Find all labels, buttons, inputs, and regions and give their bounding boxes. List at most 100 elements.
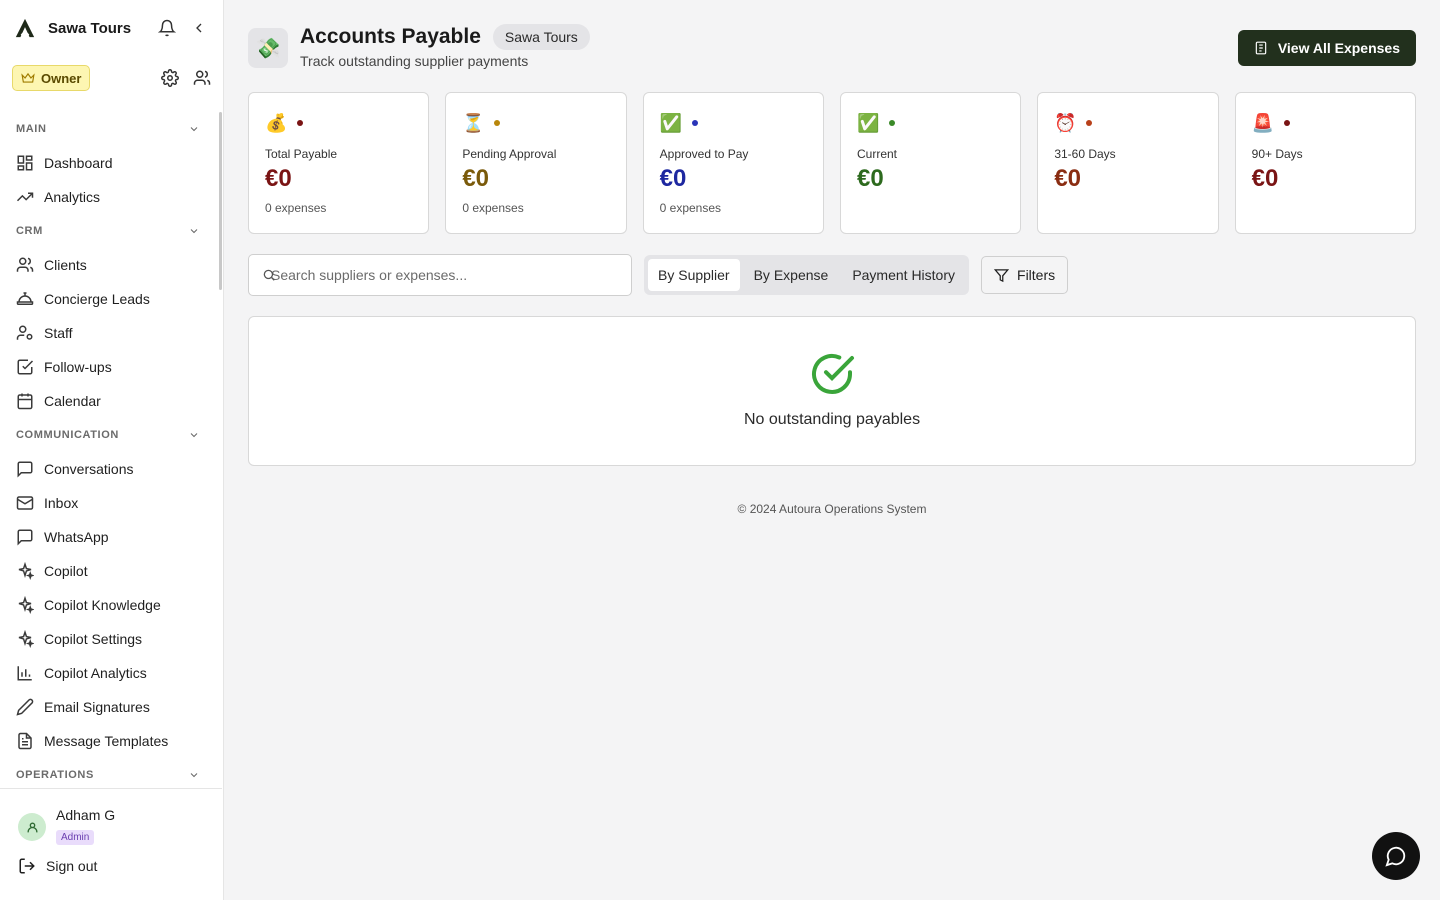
calendar-icon bbox=[17, 393, 33, 410]
sidebar-item-email-signatures[interactable]: Email Signatures bbox=[0, 690, 222, 724]
search-icon bbox=[263, 269, 275, 281]
card-value: €0 bbox=[856, 165, 884, 192]
sidebar-item-clients[interactable]: Clients bbox=[0, 248, 222, 282]
sidebar-item-copilot[interactable]: Copilot bbox=[0, 554, 222, 588]
message-square-icon bbox=[17, 461, 33, 478]
summary-cards: 💰 Total Payable €0 0 expenses ⏳ Pending … bbox=[248, 92, 1416, 234]
sidebar-item-label: Copilot bbox=[44, 563, 88, 579]
tab-by-expense[interactable]: By Expense bbox=[744, 259, 839, 291]
card-current[interactable]: ✅ Current €0 bbox=[839, 92, 1022, 234]
page-title: Accounts Payable bbox=[300, 25, 481, 48]
check-mark-icon: ✅ bbox=[659, 112, 683, 133]
section-main[interactable]: MAIN bbox=[0, 112, 222, 146]
card-90-plus-days[interactable]: 🚨 90+ Days €0 bbox=[1234, 92, 1416, 234]
filter-icon bbox=[994, 268, 1010, 282]
brand-name: Sawa Tours bbox=[48, 19, 132, 37]
section-main-title: MAIN bbox=[16, 123, 47, 135]
section-crm[interactable]: CRM bbox=[0, 214, 222, 248]
trending-up-icon bbox=[16, 192, 34, 202]
main-content: 💸 Accounts Payable Sawa Tours Track outs… bbox=[224, 0, 1440, 900]
sidebar-item-calendar[interactable]: Calendar bbox=[0, 384, 222, 418]
sign-out-label: Sign out bbox=[46, 858, 98, 874]
team-icon[interactable] bbox=[193, 69, 211, 87]
mail-icon bbox=[16, 496, 34, 510]
card-count: 0 expenses bbox=[462, 201, 524, 215]
receipt-icon bbox=[1255, 41, 1267, 55]
sidebar-item-label: Email Signatures bbox=[44, 699, 150, 715]
sparkles-icon bbox=[18, 630, 34, 648]
pen-icon bbox=[16, 698, 34, 716]
sidebar-item-label: Calendar bbox=[44, 393, 101, 409]
sidebar-item-copilot-analytics[interactable]: Copilot Analytics bbox=[0, 656, 222, 690]
search-input[interactable] bbox=[261, 267, 619, 283]
card-label: 31-60 Days bbox=[1054, 147, 1116, 161]
card-value: €0 bbox=[265, 165, 292, 192]
card-label: Pending Approval bbox=[462, 147, 557, 161]
sidebar-role-row: Owner bbox=[0, 56, 223, 100]
tab-by-supplier[interactable]: By Supplier bbox=[648, 259, 740, 291]
sidebar-item-message-templates[interactable]: Message Templates bbox=[0, 724, 222, 758]
sidebar-footer: Adham G Admin Sign out bbox=[0, 788, 222, 900]
card-approved-to-pay[interactable]: ✅ Approved to Pay €0 0 expenses bbox=[642, 92, 824, 234]
user-name: Adham G bbox=[56, 807, 116, 823]
card-count: 0 expenses bbox=[265, 201, 327, 215]
status-dot bbox=[888, 120, 895, 126]
message-square-icon bbox=[17, 529, 33, 546]
chat-button[interactable] bbox=[1372, 832, 1420, 880]
card-label: 90+ Days bbox=[1251, 147, 1303, 161]
sidebar-item-copilot-settings[interactable]: Copilot Settings bbox=[0, 622, 222, 656]
view-all-expenses-label: View All Expenses bbox=[1277, 40, 1400, 56]
sidebar-item-copilot-knowledge[interactable]: Copilot Knowledge bbox=[0, 588, 222, 622]
sign-out-button[interactable]: Sign out bbox=[0, 857, 222, 875]
crown-icon bbox=[21, 72, 35, 83]
filters-button[interactable]: Filters bbox=[981, 256, 1069, 294]
settings-icon[interactable] bbox=[161, 69, 179, 87]
status-dot bbox=[297, 120, 303, 126]
sidebar-item-whatsapp[interactable]: WhatsApp bbox=[0, 520, 222, 554]
log-out-icon bbox=[19, 858, 35, 874]
section-communication[interactable]: COMMUNICATION bbox=[0, 418, 222, 452]
sidebar: Sawa Tours Owner MAIN Dashboard Analytic… bbox=[0, 0, 224, 900]
sparkles-icon bbox=[18, 596, 34, 614]
tab-payment-history[interactable]: Payment History bbox=[842, 259, 965, 291]
card-value: €0 bbox=[1054, 165, 1082, 192]
sparkles-icon bbox=[18, 562, 34, 580]
sidebar-item-analytics[interactable]: Analytics bbox=[0, 180, 222, 214]
sidebar-item-label: Inbox bbox=[44, 495, 79, 511]
sidebar-nav: MAIN Dashboard Analytics CRM Clients Con… bbox=[0, 112, 222, 788]
check-circle-icon bbox=[812, 353, 854, 394]
sidebar-item-follow-ups[interactable]: Follow-ups bbox=[0, 350, 222, 384]
owner-badge-label: Owner bbox=[41, 70, 82, 86]
user-profile[interactable]: Adham G Admin bbox=[0, 789, 222, 845]
status-dot bbox=[1086, 120, 1093, 126]
sidebar-item-label: Copilot Knowledge bbox=[44, 597, 161, 613]
sidebar-item-dashboard[interactable]: Dashboard bbox=[0, 146, 222, 180]
sidebar-scrollbar[interactable] bbox=[219, 112, 222, 290]
sidebar-item-staff[interactable]: Staff bbox=[0, 316, 222, 350]
card-total-payable[interactable]: 💰 Total Payable €0 0 expenses bbox=[248, 92, 430, 234]
section-operations[interactable]: OPERATIONS bbox=[0, 758, 222, 788]
sidebar-item-concierge-leads[interactable]: Concierge Leads bbox=[0, 282, 222, 316]
page-subtitle: Track outstanding supplier payments bbox=[300, 53, 529, 69]
user-cog-icon bbox=[16, 325, 33, 340]
bar-chart-icon bbox=[17, 666, 32, 681]
section-operations-title: OPERATIONS bbox=[16, 769, 94, 781]
page-header: 💸 Accounts Payable Sawa Tours Track outs… bbox=[248, 24, 590, 69]
avatar bbox=[18, 813, 46, 841]
card-pending-approval[interactable]: ⏳ Pending Approval €0 0 expenses bbox=[445, 92, 627, 234]
app-logo-icon bbox=[15, 18, 35, 38]
check-mark-icon: ✅ bbox=[856, 112, 880, 133]
collapse-sidebar-icon[interactable] bbox=[189, 18, 209, 38]
chevron-down-icon bbox=[190, 773, 198, 778]
card-31-60-days[interactable]: ⏰ 31-60 Days €0 bbox=[1037, 92, 1219, 234]
section-communication-title: COMMUNICATION bbox=[16, 429, 119, 441]
sidebar-item-inbox[interactable]: Inbox bbox=[0, 486, 222, 520]
bell-icon[interactable] bbox=[157, 18, 177, 38]
view-all-expenses-button[interactable]: View All Expenses bbox=[1237, 30, 1416, 66]
status-dot bbox=[1283, 120, 1290, 126]
sidebar-item-conversations[interactable]: Conversations bbox=[0, 452, 222, 486]
message-circle-icon bbox=[1385, 846, 1406, 867]
card-label: Total Payable bbox=[265, 147, 338, 161]
filters-label: Filters bbox=[1017, 267, 1056, 283]
money-bag-icon: 💰 bbox=[265, 112, 288, 133]
